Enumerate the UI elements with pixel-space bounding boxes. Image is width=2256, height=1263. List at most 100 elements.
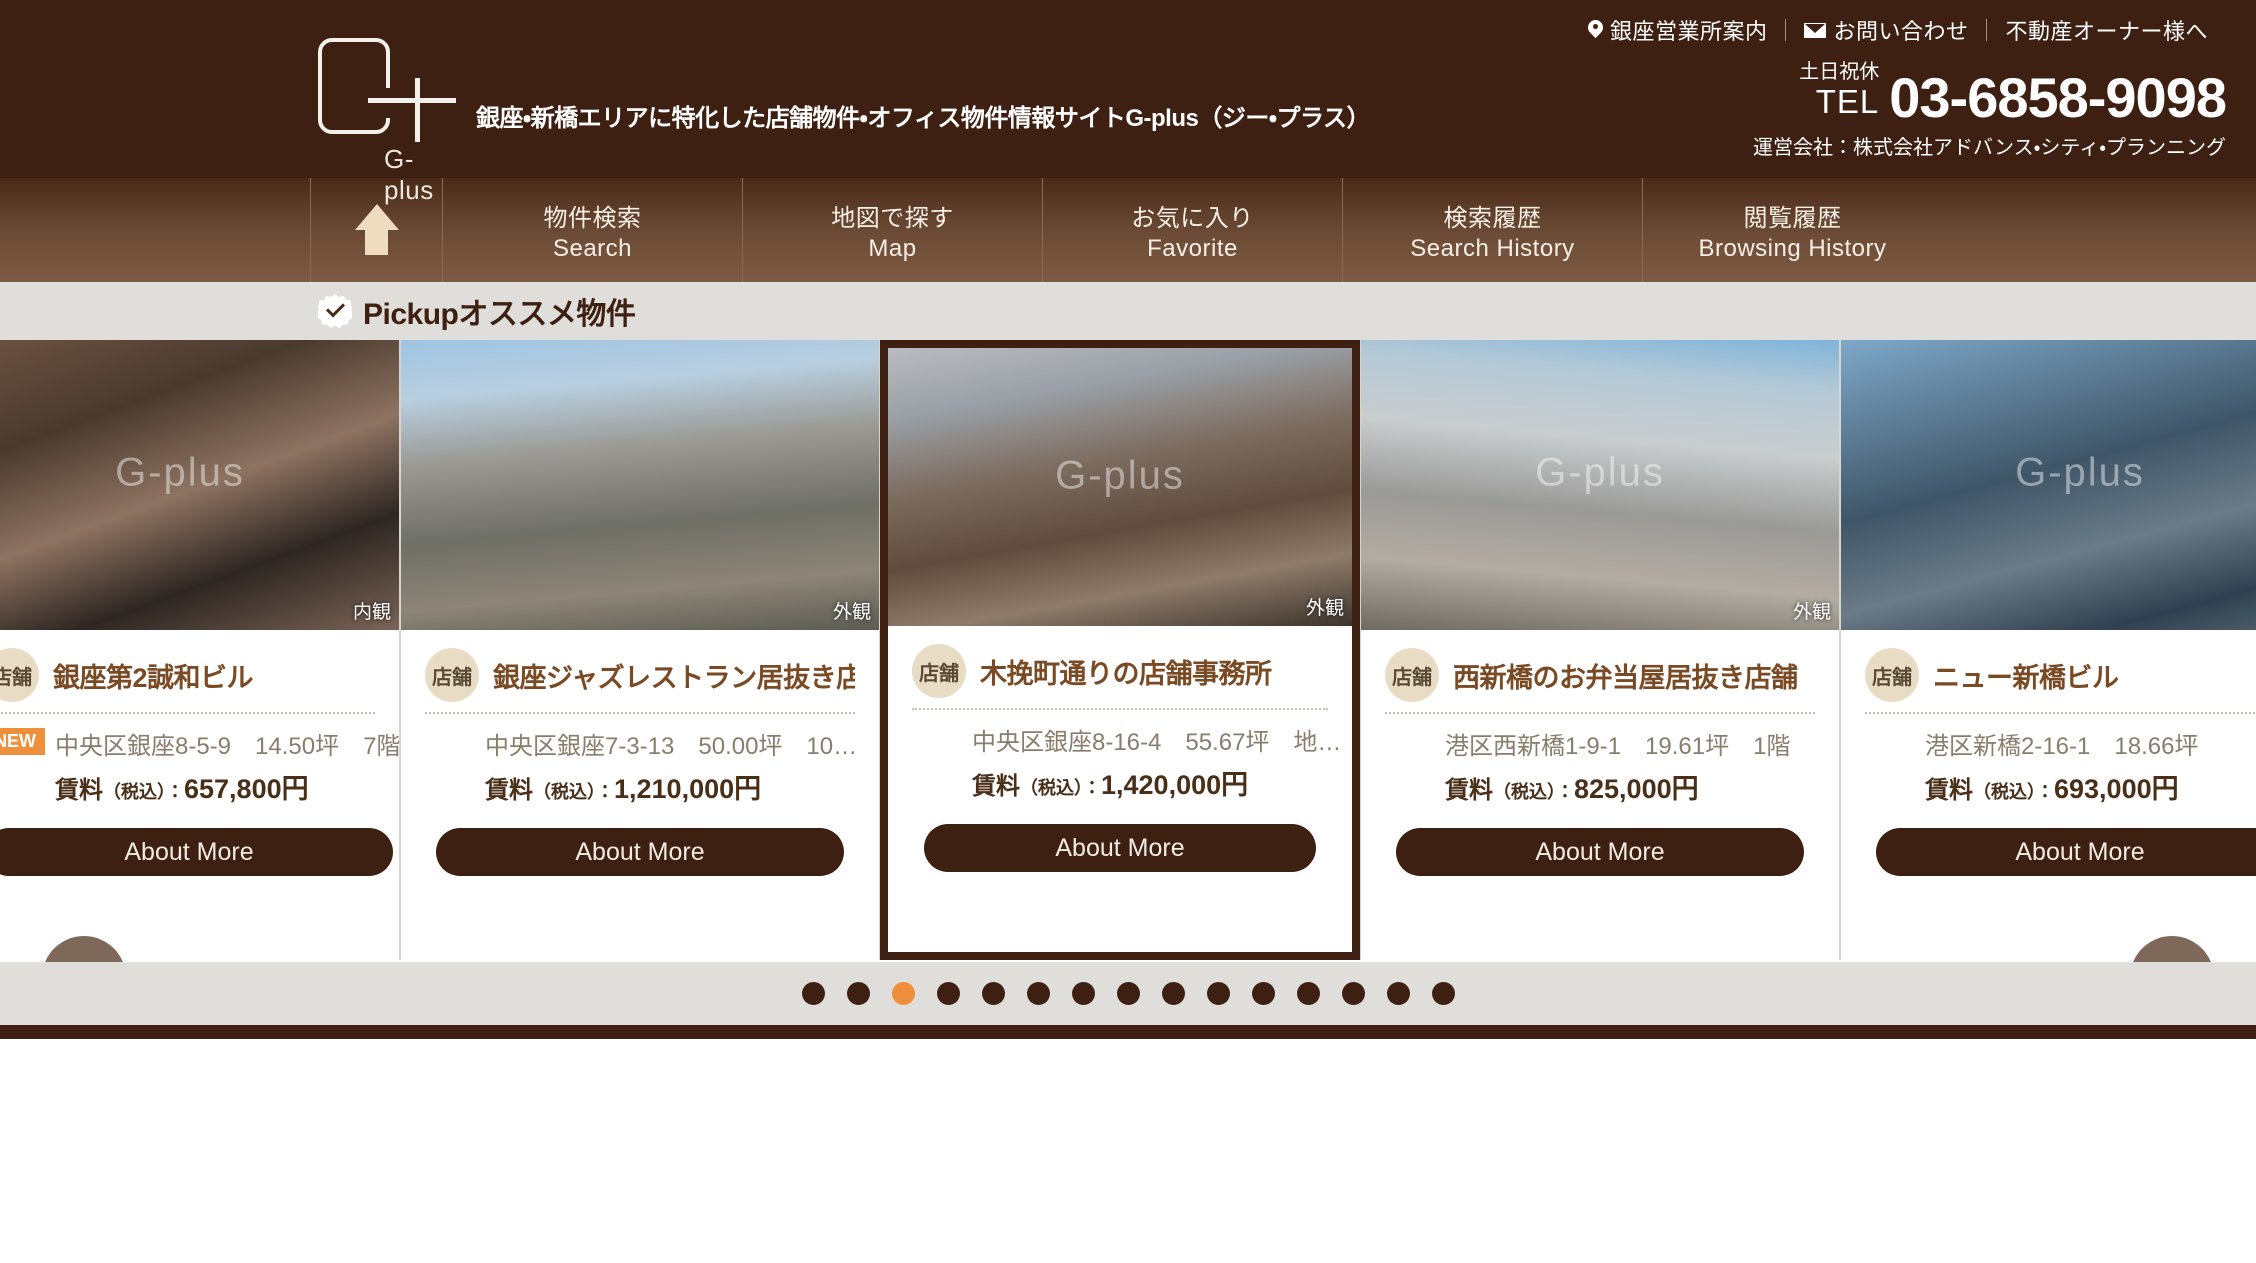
property-card[interactable]: G-plus 内観 店舗 銀座第2誠和ビル NEW 中央区銀座8-5-9 14.…: [0, 340, 400, 960]
pickup-heading-jp: オススメ物件: [458, 298, 636, 331]
price-amount: 693,000円: [2054, 774, 2179, 804]
property-title[interactable]: 銀座ジャズレストラン居抜き店舗: [493, 656, 855, 695]
carousel-dot[interactable]: [1071, 982, 1095, 1005]
property-photo[interactable]: G-plus: [1841, 340, 2256, 630]
carousel-dot[interactable]: [1386, 982, 1410, 1005]
new-badge: NEW: [0, 728, 45, 755]
nav-item-search[interactable]: 物件検索 Search: [442, 178, 742, 282]
nav-item-map-jp: 地図で探す: [831, 204, 954, 232]
nav-item-map-en: Map: [868, 234, 917, 262]
property-photo[interactable]: G-plus 内観: [0, 340, 399, 630]
carousel-dot[interactable]: [1341, 982, 1365, 1005]
photo-watermark: G-plus: [1055, 453, 1185, 498]
utility-link-office-label: 銀座営業所案内: [1609, 19, 1768, 44]
nav-item-favorite-en: Favorite: [1147, 234, 1238, 262]
property-photo[interactable]: G-plus 外観: [888, 348, 1352, 626]
price-tax-note: （税込）：: [103, 782, 184, 802]
price-label: 賃料: [1445, 777, 1493, 804]
property-price: 賃料（税込）：825,000円: [1445, 767, 1790, 806]
property-photo[interactable]: 外観: [401, 340, 879, 630]
about-more-button[interactable]: About More: [924, 824, 1316, 872]
photo-label: 外観: [1792, 602, 1831, 623]
card-divider: [1865, 712, 2256, 714]
carousel-dot[interactable]: [936, 982, 960, 1005]
about-more-button[interactable]: About More: [1396, 828, 1804, 876]
price-label: 賃料: [972, 773, 1020, 800]
tel-number[interactable]: 03-6858-9098: [1889, 69, 2227, 125]
property-card-active[interactable]: G-plus 外観 店舗 木挽町通りの店舗事務所 中央区銀座8-16-4 55.…: [880, 340, 1360, 960]
nav-item-search-en: Search: [552, 234, 633, 262]
nav-item-favorite[interactable]: お気に入り Favorite: [1042, 178, 1342, 282]
site-tagline: 銀座・新橋エリアに特化した店舗物件・オフィス物件情報サイトG-plus（ジー・プ…: [476, 105, 1371, 132]
property-type-badge: 店舗: [0, 648, 39, 702]
about-more-button[interactable]: About More: [1876, 828, 2256, 876]
property-title[interactable]: 西新橋のお弁当屋居抜き店舗: [1453, 656, 1798, 695]
property-meta: 港区西新橋1-9-1 19.61坪 1階: [1445, 733, 1791, 760]
utility-link-contact[interactable]: お問い合わせ: [1786, 14, 1986, 46]
gplus-logo-icon: G-plus: [310, 36, 460, 205]
property-price: 賃料（税込）：657,800円: [55, 767, 399, 806]
property-type-badge: 店舗: [425, 648, 479, 702]
pickup-heading: Pickupオススメ物件: [363, 289, 636, 333]
property-meta: 港区新橋2-16-1 18.66坪: [1925, 733, 2199, 760]
photo-watermark: G-plus: [2015, 450, 2145, 495]
property-title[interactable]: ニュー新橋ビル: [1933, 656, 2119, 695]
property-photo[interactable]: G-plus 外観: [1361, 340, 1839, 630]
carousel-dot[interactable]: [1296, 982, 1320, 1005]
lower-content: 物件を検索 NEWS Gplus Selection 店舗のこだわり条件 とにか…: [0, 1039, 2256, 1243]
property-card[interactable]: 外観 店舗 銀座ジャズレストラン居抜き店舗 中央区銀座7-3-13 50.00坪…: [400, 340, 880, 960]
home-icon: [349, 202, 405, 258]
property-price: 賃料（税込）：1,420,000円: [972, 763, 1341, 802]
utility-link-office[interactable]: 銀座営業所案内: [1570, 14, 1786, 46]
card-divider: [0, 712, 375, 714]
property-type-badge: 店舗: [1385, 648, 1439, 702]
carousel-dot[interactable]: [981, 982, 1005, 1005]
pickup-carousel: G-plus 内観 店舗 銀座第2誠和ビル NEW 中央区銀座8-5-9 14.…: [0, 340, 2256, 962]
price-tax-note: （税込）：: [1020, 778, 1101, 798]
nav-left-spacer: [0, 178, 310, 282]
nav-item-search-jp: 物件検索: [543, 204, 642, 232]
photo-label: 外観: [1305, 598, 1344, 619]
nav-item-search-history-jp: 検索履歴: [1443, 204, 1542, 232]
carousel-dot[interactable]: [846, 982, 870, 1005]
photo-label: 内観: [352, 602, 391, 623]
nav-item-map[interactable]: 地図で探す Map: [742, 178, 1042, 282]
utility-link-owner[interactable]: 不動産オーナー様へ: [1987, 14, 2226, 46]
carousel-dot[interactable]: [1431, 982, 1455, 1005]
nav-item-browsing-history-jp: 閲覧履歴: [1743, 204, 1842, 232]
utility-link-contact-label: お問い合わせ: [1833, 19, 1969, 44]
about-more-button[interactable]: About More: [436, 828, 844, 876]
carousel-dot[interactable]: [1161, 982, 1185, 1005]
nav-item-search-history[interactable]: 検索履歴 Search History: [1342, 178, 1642, 282]
carousel-dot[interactable]: [891, 982, 915, 1005]
property-card[interactable]: G-plus 外観 店舗 西新橋のお弁当屋居抜き店舗 港区西新橋1-9-1 19…: [1360, 340, 1840, 960]
carousel-dot[interactable]: [1026, 982, 1050, 1005]
tel-holiday-note: 土日祝休: [1799, 61, 1880, 83]
property-card[interactable]: G-plus 店舗 ニュー新橋ビル 港区新橋2-16-1 18.66坪 賃料（税…: [1840, 340, 2256, 960]
site-logo[interactable]: G-plus 銀座・新橋エリアに特化した店舗物件・オフィス物件情報サイトG-pl…: [310, 36, 1371, 205]
site-header: 銀座営業所案内 お問い合わせ 不動産オーナー様へ 土日祝休 TEL 03-685…: [0, 0, 2256, 205]
property-title[interactable]: 銀座第2誠和ビル: [53, 656, 253, 695]
nav-item-browsing-history-en: Browsing History: [1698, 234, 1887, 262]
utility-link-owner-label: 不動産オーナー様へ: [2005, 19, 2208, 44]
operating-company: 運営会社：株式会社アドバンス・シティ・プランニング: [1753, 137, 2226, 159]
price-label: 賃料: [1925, 777, 1973, 804]
property-meta: 中央区銀座7-3-13 50.00坪 10…: [485, 733, 858, 760]
property-price: 賃料（税込）：693,000円: [1925, 767, 2198, 806]
section-divider-strip: [0, 1025, 2256, 1039]
mail-icon: [1804, 22, 1827, 38]
carousel-dot[interactable]: [1251, 982, 1275, 1005]
property-title[interactable]: 木挽町通りの店舗事務所: [980, 652, 1272, 691]
nav-right-spacer: [1942, 178, 2256, 282]
nav-item-favorite-jp: お気に入り: [1131, 204, 1254, 232]
about-more-button[interactable]: About More: [0, 828, 393, 876]
nav-item-browsing-history[interactable]: 閲覧履歴 Browsing History: [1642, 178, 1942, 282]
carousel-dot[interactable]: [801, 982, 825, 1005]
carousel-dot[interactable]: [1206, 982, 1230, 1005]
price-tax-note: （税込）：: [533, 782, 614, 802]
property-price: 賃料（税込）：1,210,000円: [485, 767, 857, 806]
photo-watermark: G-plus: [115, 450, 245, 495]
carousel-dot[interactable]: [1116, 982, 1140, 1005]
price-amount: 1,420,000円: [1101, 770, 1249, 800]
price-amount: 1,210,000円: [614, 774, 762, 804]
